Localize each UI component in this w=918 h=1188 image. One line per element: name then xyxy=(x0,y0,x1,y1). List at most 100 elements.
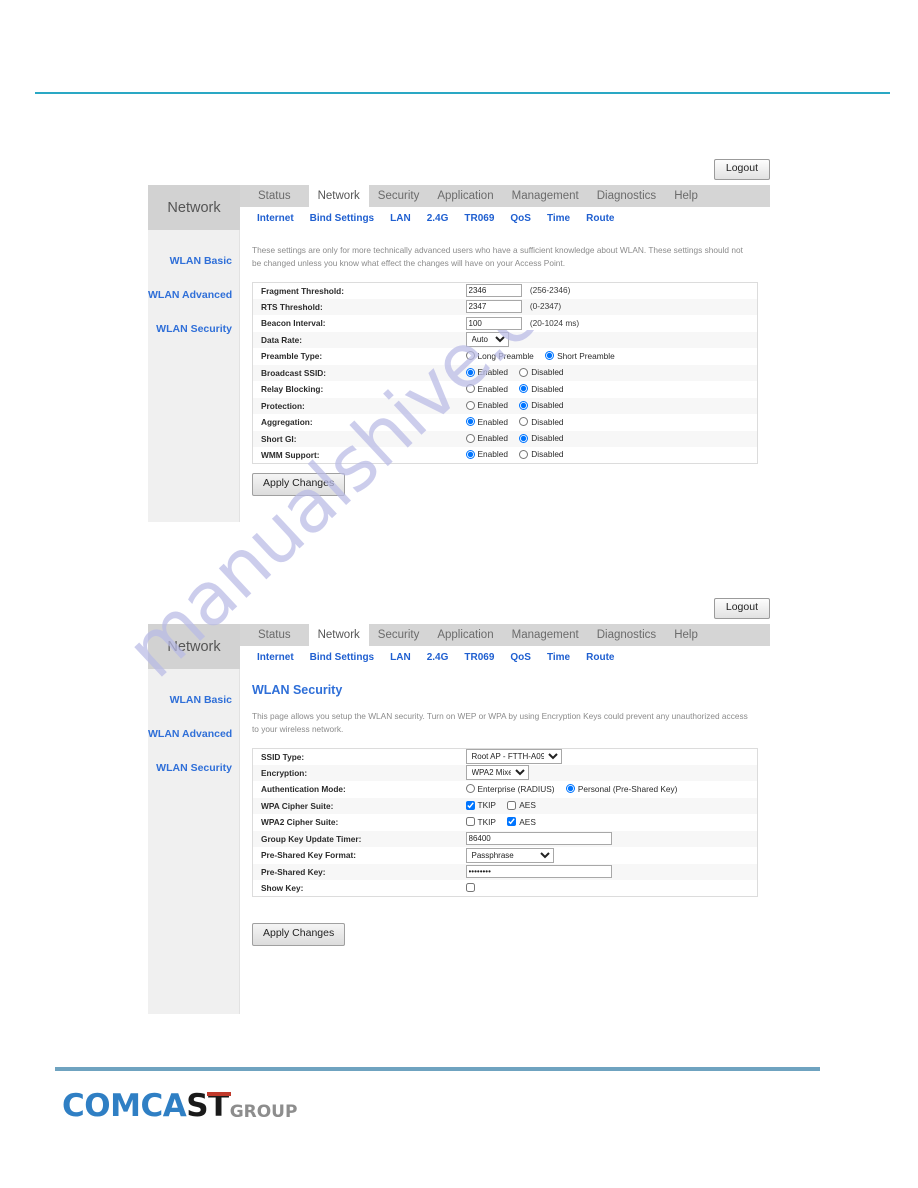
tab-security-2[interactable]: Security xyxy=(369,624,429,646)
auth-enterprise-radio[interactable] xyxy=(465,784,475,794)
psk-input[interactable] xyxy=(465,865,612,879)
value-show-key xyxy=(458,880,758,897)
relay-blocking-disabled-radio[interactable] xyxy=(519,384,529,394)
panel-header: Network Status Network Security Applicat… xyxy=(148,185,770,230)
tab-security[interactable]: Security xyxy=(369,185,429,207)
subtab-route[interactable]: Route xyxy=(578,213,622,224)
tab-application[interactable]: Application xyxy=(428,185,502,207)
sidebar-item-wlan-security-2[interactable]: WLAN Security xyxy=(148,762,239,774)
sidebar-item-wlan-basic-2[interactable]: WLAN Basic xyxy=(148,694,239,706)
tab-diagnostics-2[interactable]: Diagnostics xyxy=(588,624,665,646)
subtab-tr069-2[interactable]: TR069 xyxy=(456,652,502,663)
broadcast-ssid-disabled-radio[interactable] xyxy=(519,367,529,377)
subtab-internet-2[interactable]: Internet xyxy=(249,652,302,663)
sidebar-item-wlan-advanced-2[interactable]: WLAN Advanced xyxy=(148,728,239,740)
table-row-wmm-support: WMM Support: Enabled Disabled xyxy=(252,447,758,464)
aggregation-disabled-option[interactable]: Disabled xyxy=(519,417,564,427)
fragment-threshold-input[interactable] xyxy=(465,284,522,298)
ssid-type-select[interactable]: Root AP - FTTH-A090 xyxy=(465,749,562,765)
logout-button-2[interactable]: Logout xyxy=(713,598,770,619)
short-gi-disabled-radio[interactable] xyxy=(519,433,529,443)
tab-management-2[interactable]: Management xyxy=(503,624,588,646)
subtab-time-2[interactable]: Time xyxy=(539,652,578,663)
auth-personal-option[interactable]: Personal (Pre-Shared Key) xyxy=(565,784,677,794)
rts-threshold-input[interactable] xyxy=(465,300,522,314)
tab-status-2[interactable]: Status xyxy=(240,624,309,646)
show-key-checkbox[interactable] xyxy=(465,882,475,892)
auth-enterprise-option[interactable]: Enterprise (RADIUS) xyxy=(465,784,555,794)
beacon-interval-input[interactable] xyxy=(465,316,522,330)
wpa2-tkip-option[interactable]: TKIP xyxy=(465,817,496,827)
subtab-24g[interactable]: 2.4G xyxy=(419,213,457,224)
subtab-bind-settings-2[interactable]: Bind Settings xyxy=(302,652,382,663)
tab-status[interactable]: Status xyxy=(240,185,309,207)
broadcast-ssid-disabled-option[interactable]: Disabled xyxy=(519,367,564,377)
protection-enabled-radio[interactable] xyxy=(465,400,475,410)
encryption-select[interactable]: WPA2 Mixed xyxy=(465,765,529,781)
subtab-route-2[interactable]: Route xyxy=(578,652,622,663)
logout-button[interactable]: Logout xyxy=(713,159,770,180)
wpa2-aes-checkbox[interactable] xyxy=(507,817,517,827)
wmm-enabled-radio[interactable] xyxy=(465,449,475,459)
subtab-bind-settings[interactable]: Bind Settings xyxy=(302,213,382,224)
apply-changes-button[interactable]: Apply Changes xyxy=(252,473,346,496)
broadcast-ssid-enabled-radio[interactable] xyxy=(465,367,475,377)
wpa-tkip-checkbox[interactable] xyxy=(465,800,475,810)
protection-enabled-option[interactable]: Enabled xyxy=(465,400,508,410)
preamble-long-radio[interactable] xyxy=(465,351,475,361)
tab-network-2[interactable]: Network xyxy=(308,624,369,646)
sidebar-item-wlan-advanced[interactable]: WLAN Advanced xyxy=(148,289,239,301)
preamble-short-option[interactable]: Short Preamble xyxy=(545,351,615,361)
wpa-aes-option[interactable]: AES xyxy=(507,800,536,810)
group-key-input[interactable] xyxy=(465,832,612,846)
tab-network[interactable]: Network xyxy=(308,185,369,207)
relay-blocking-enabled-radio[interactable] xyxy=(465,384,475,394)
value-group-key xyxy=(458,831,758,848)
short-gi-enabled-radio[interactable] xyxy=(465,433,475,443)
data-rate-select[interactable]: Auto xyxy=(465,332,509,348)
label-short-gi: Short GI: xyxy=(261,433,297,444)
value-fragment-threshold: (256-2346) xyxy=(458,282,758,299)
wpa-tkip-option[interactable]: TKIP xyxy=(465,800,496,810)
aggregation-enabled-option[interactable]: Enabled xyxy=(465,417,508,427)
tab-application-2[interactable]: Application xyxy=(428,624,502,646)
aggregation-enabled-radio[interactable] xyxy=(465,417,475,427)
preamble-long-option[interactable]: Long Preamble xyxy=(465,351,534,361)
short-gi-enabled-option[interactable]: Enabled xyxy=(465,433,508,443)
psk-format-select[interactable]: Passphrase xyxy=(465,847,554,863)
tab-diagnostics[interactable]: Diagnostics xyxy=(588,185,665,207)
subtab-internet[interactable]: Internet xyxy=(249,213,302,224)
subtab-time[interactable]: Time xyxy=(539,213,578,224)
relay-blocking-enabled-option[interactable]: Enabled xyxy=(465,384,508,394)
auth-personal-radio[interactable] xyxy=(565,784,575,794)
protection-disabled-radio[interactable] xyxy=(519,400,529,410)
short-gi-disabled-option[interactable]: Disabled xyxy=(519,433,564,443)
broadcast-ssid-enabled-option[interactable]: Enabled xyxy=(465,367,508,377)
subtab-lan-2[interactable]: LAN xyxy=(382,652,419,663)
subtab-qos[interactable]: QoS xyxy=(502,213,539,224)
tab-management[interactable]: Management xyxy=(503,185,588,207)
sub-tab-row-2: Internet Bind Settings LAN 2.4G TR069 Qo… xyxy=(240,646,770,669)
label-beacon-interval: Beacon Interval: xyxy=(261,318,326,329)
table-row-preamble-type: Preamble Type: Long Preamble Short Pream… xyxy=(252,348,758,365)
protection-disabled-option[interactable]: Disabled xyxy=(519,400,564,410)
apply-changes-button-2[interactable]: Apply Changes xyxy=(252,923,346,946)
subtab-tr069[interactable]: TR069 xyxy=(456,213,502,224)
wmm-enabled-option[interactable]: Enabled xyxy=(465,449,508,459)
wpa2-tkip-checkbox[interactable] xyxy=(465,817,475,827)
aggregation-disabled-radio[interactable] xyxy=(519,417,529,427)
subtab-lan[interactable]: LAN xyxy=(382,213,419,224)
subtab-24g-2[interactable]: 2.4G xyxy=(419,652,457,663)
tab-help[interactable]: Help xyxy=(665,185,707,207)
wmm-disabled-option[interactable]: Disabled xyxy=(519,449,564,459)
preamble-short-radio[interactable] xyxy=(545,351,555,361)
wpa-aes-checkbox[interactable] xyxy=(507,800,517,810)
sidebar-item-wlan-security[interactable]: WLAN Security xyxy=(148,323,239,335)
tab-help-2[interactable]: Help xyxy=(665,624,707,646)
value-encryption: WPA2 Mixed xyxy=(458,765,758,782)
sidebar-item-wlan-basic[interactable]: WLAN Basic xyxy=(148,255,239,267)
wmm-disabled-radio[interactable] xyxy=(519,449,529,459)
relay-blocking-disabled-option[interactable]: Disabled xyxy=(519,384,564,394)
wpa2-aes-option[interactable]: AES xyxy=(507,817,536,827)
subtab-qos-2[interactable]: QoS xyxy=(502,652,539,663)
